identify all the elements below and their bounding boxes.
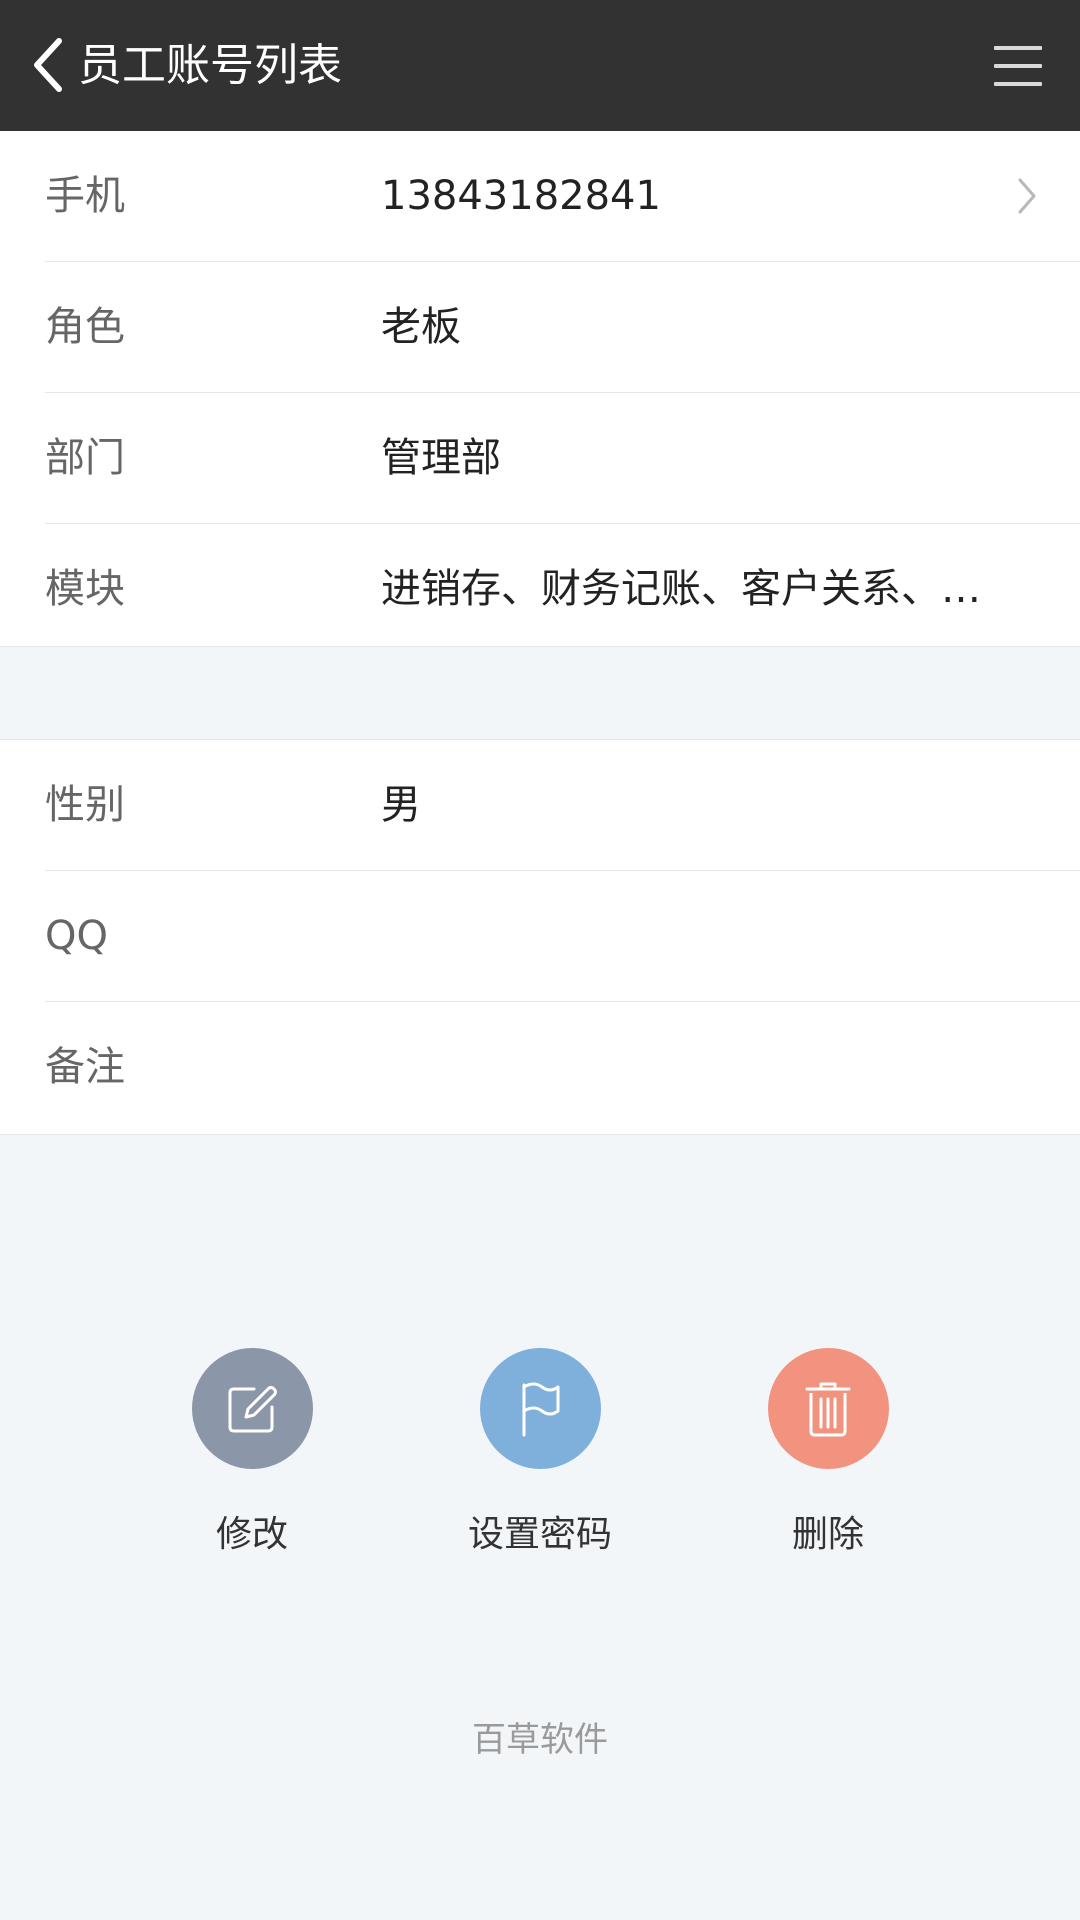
delete-button[interactable]: 删除	[718, 1348, 938, 1555]
set-password-button[interactable]: 设置密码	[430, 1348, 650, 1555]
modules-row: 模块 进销存、财务记账、客户关系、仓...	[0, 524, 1080, 655]
edit-label: 修改	[215, 1514, 288, 1555]
action-bar: 修改 设置密码 删除	[0, 1348, 1080, 1555]
menu-button[interactable]	[984, 36, 1052, 96]
qq-value	[381, 871, 1011, 1002]
set-password-label: 设置密码	[467, 1514, 612, 1555]
modules-value: 进销存、财务记账、客户关系、仓...	[381, 566, 1011, 612]
qq-row: QQ	[0, 871, 1080, 1002]
department-value: 管理部	[381, 435, 501, 481]
qq-label: QQ	[45, 913, 108, 959]
account-info-section: 手机 13843182841 角色 老板 部门 管理部 模块 进销存、财务记账、…	[0, 131, 1080, 647]
edit-button[interactable]: 修改	[142, 1348, 362, 1555]
modules-label: 模块	[45, 566, 125, 612]
trash-icon[interactable]	[767, 1348, 889, 1469]
department-row: 部门 管理部	[0, 393, 1080, 524]
role-value: 老板	[381, 304, 461, 350]
phone-label: 手机	[45, 173, 125, 219]
gender-value: 男	[381, 782, 421, 828]
department-label: 部门	[45, 435, 125, 481]
app-header: 员工账号列表	[0, 0, 1080, 131]
back-button[interactable]	[18, 30, 78, 100]
delete-label: 删除	[791, 1514, 864, 1555]
chevron-left-icon	[34, 38, 62, 92]
page-title: 员工账号列表	[78, 40, 342, 91]
edit-icon[interactable]	[191, 1348, 313, 1469]
hamburger-menu-icon	[994, 46, 1042, 86]
role-row: 角色 老板	[0, 262, 1080, 393]
gender-label: 性别	[45, 782, 125, 828]
phone-value: 13843182841	[381, 173, 661, 219]
gender-row: 性别 男	[0, 740, 1080, 871]
personal-info-section: 性别 男 QQ 备注	[0, 739, 1080, 1135]
remarks-value	[381, 1002, 1011, 1133]
role-label: 角色	[45, 304, 125, 350]
chevron-right-icon	[1012, 171, 1042, 221]
remarks-label: 备注	[45, 1044, 125, 1090]
phone-row[interactable]: 手机 13843182841	[0, 131, 1080, 262]
footer-brand: 百草软件	[472, 1720, 608, 1760]
flag-icon[interactable]	[479, 1348, 601, 1469]
remarks-row: 备注	[0, 1002, 1080, 1133]
